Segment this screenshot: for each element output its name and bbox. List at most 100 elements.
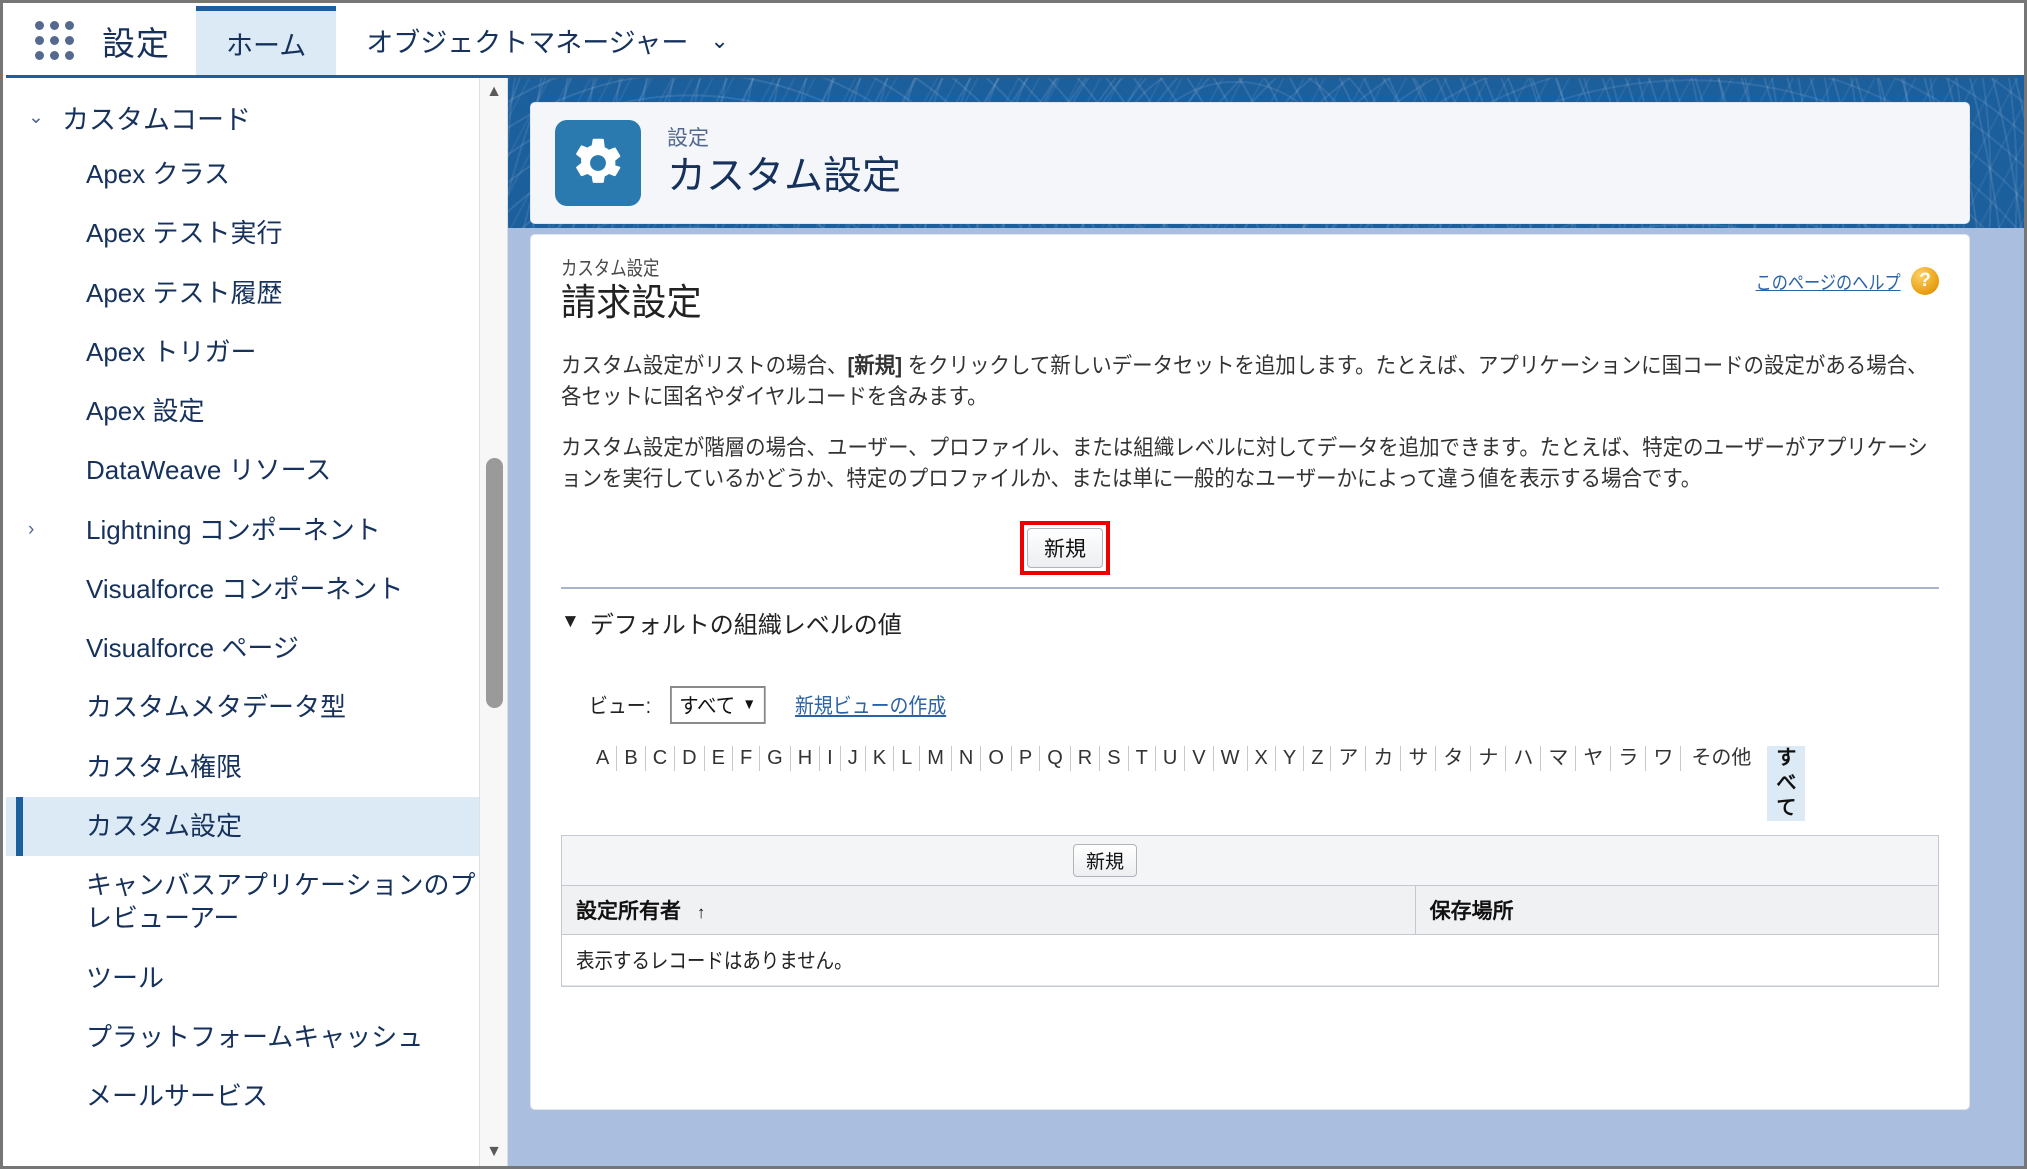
- sidebar-scrollbar[interactable]: ▲ ▼: [479, 78, 507, 1166]
- alpha-filter-item[interactable]: I: [820, 745, 841, 771]
- sidebar-item-canvas-app-previewer[interactable]: キャンバスアプリケーションのプレビューアー: [6, 856, 507, 949]
- alpha-filter-item[interactable]: B: [617, 745, 646, 771]
- twisty-placeholder-icon: [28, 632, 86, 636]
- sidebar-item-label: ツール: [86, 962, 165, 993]
- tab-object-manager[interactable]: オブジェクトマネージャー ⌄: [336, 6, 759, 75]
- alpha-filter-item[interactable]: U: [1156, 745, 1186, 771]
- alpha-filter-item[interactable]: E: [705, 745, 733, 771]
- sidebar-item-email-services[interactable]: メールサービス: [6, 1067, 507, 1126]
- alpha-filter-item[interactable]: Z: [1304, 745, 1332, 771]
- sidebar-item-apex-settings[interactable]: Apex 設定: [6, 382, 507, 441]
- view-selector-row: ビュー: すべて ▼ 新規ビューの作成: [561, 685, 1939, 724]
- alpha-filter-item[interactable]: D: [675, 745, 705, 771]
- alpha-filter-item[interactable]: F: [733, 745, 761, 771]
- page-header-eyebrow: 設定: [667, 127, 709, 151]
- body-container: ⌄ カスタムコード Apex クラス Apex テスト実行 Apex テスト履歴: [6, 78, 2024, 1166]
- twisty-placeholder-icon: [28, 217, 86, 221]
- alpha-filter-item[interactable]: ヤ: [1576, 745, 1612, 771]
- tab-home[interactable]: ホーム: [196, 6, 337, 75]
- description-paragraph-2: カスタム設定が階層の場合、ユーザー、プロファイル、または組織レベルに対してデータ…: [561, 435, 1928, 492]
- question-mark-icon[interactable]: ?: [1911, 267, 1939, 295]
- alpha-filter-item[interactable]: V: [1185, 745, 1214, 771]
- page-header-text: 設定 カスタム設定: [667, 126, 901, 199]
- sidebar-item-apex-classes[interactable]: Apex クラス: [6, 145, 507, 204]
- sidebar-item-lightning-components[interactable]: › Lightning コンポーネント: [6, 501, 507, 560]
- alpha-filter-item[interactable]: H: [791, 745, 821, 771]
- new-button[interactable]: 新規: [1027, 527, 1103, 568]
- alpha-filter-item[interactable]: R: [1071, 745, 1101, 771]
- tab-object-manager-label: オブジェクトマネージャー: [366, 28, 689, 58]
- sidebar-item-label: キャンバスアプリケーションのプレビューアー: [86, 870, 476, 934]
- column-header-setting-owner[interactable]: 設定所有者 ↑: [562, 884, 1416, 935]
- alpha-filter-item[interactable]: J: [841, 745, 866, 771]
- alpha-filter-item[interactable]: T: [1129, 745, 1156, 771]
- alpha-filter-item[interactable]: A: [589, 745, 618, 771]
- alpha-filter-item[interactable]: Q: [1040, 745, 1071, 771]
- app-launcher-button[interactable]: [6, 6, 102, 75]
- help-for-this-page[interactable]: このページのヘルプ ?: [1730, 267, 1939, 295]
- table-row: 表示するレコードはありません。: [562, 934, 1938, 986]
- sidebar-item-apex-test-execution[interactable]: Apex テスト実行: [6, 204, 507, 263]
- sidebar-item-custom-settings[interactable]: カスタム設定: [6, 796, 507, 857]
- column-header-location[interactable]: 保存場所: [1415, 884, 1938, 935]
- sidebar-item-apex-test-history[interactable]: Apex テスト履歴: [6, 264, 507, 323]
- scrollbar-thumb[interactable]: [486, 458, 503, 708]
- alpha-filter-item[interactable]: タ: [1436, 745, 1472, 771]
- alpha-filter-item[interactable]: M: [920, 745, 952, 771]
- alpha-filter-item[interactable]: ハ: [1506, 745, 1542, 771]
- alpha-filter-item[interactable]: W: [1214, 745, 1248, 771]
- chevron-right-icon[interactable]: ›: [28, 514, 86, 542]
- alpha-filter-all[interactable]: すべて: [1767, 745, 1806, 821]
- section-header-org-default-value[interactable]: ▼ デフォルトの組織レベルの値: [561, 605, 1939, 640]
- alpha-filter-item[interactable]: Y: [1276, 745, 1305, 771]
- alpha-filter-item[interactable]: ワ: [1646, 745, 1682, 771]
- column-header-label: 保存場所: [1429, 899, 1514, 923]
- chevron-down-icon: ⌄: [710, 27, 729, 53]
- twisty-placeholder-icon: [28, 395, 86, 399]
- sidebar-item-label: メールサービス: [86, 1081, 269, 1112]
- alpha-filter-item[interactable]: C: [646, 745, 676, 771]
- app-launcher-waffle-icon: [34, 21, 74, 60]
- sidebar-group-label: カスタムコード: [62, 105, 251, 135]
- alpha-filter-item[interactable]: サ: [1401, 745, 1437, 771]
- alpha-filter-item[interactable]: L: [894, 745, 921, 771]
- twisty-placeholder-icon: [28, 158, 86, 162]
- sidebar-item-dataweave-resources[interactable]: DataWeave リソース: [6, 441, 507, 500]
- sidebar-group-custom-code[interactable]: ⌄ カスタムコード: [6, 90, 507, 145]
- alpha-filter-item[interactable]: ア: [1331, 745, 1367, 771]
- alpha-filter-item[interactable]: ラ: [1611, 745, 1647, 771]
- sidebar-item-visualforce-pages[interactable]: Visualforce ページ: [6, 619, 507, 678]
- alpha-filter-item[interactable]: O: [981, 745, 1012, 771]
- divider: [561, 586, 1939, 589]
- sidebar-item-label: DataWeave リソース: [86, 455, 332, 486]
- sidebar-item-custom-permissions[interactable]: カスタム権限: [6, 738, 507, 797]
- scroll-down-arrow-icon[interactable]: ▼: [480, 1138, 507, 1166]
- alpha-filter-item[interactable]: K: [866, 745, 895, 771]
- column-header-label: 設定所有者: [576, 899, 681, 923]
- scroll-up-arrow-icon[interactable]: ▲: [480, 78, 507, 106]
- alpha-filter-item[interactable]: ナ: [1471, 745, 1507, 771]
- alpha-filter-item[interactable]: X: [1248, 745, 1276, 771]
- alpha-filter-item[interactable]: S: [1100, 745, 1129, 771]
- sidebar-item-platform-cache[interactable]: プラットフォームキャッシュ: [6, 1008, 507, 1067]
- list-new-button[interactable]: 新規: [1072, 843, 1137, 877]
- sidebar-item-custom-metadata-types[interactable]: カスタムメタデータ型: [6, 678, 507, 737]
- alpha-filter-other[interactable]: その他: [1681, 746, 1761, 771]
- sidebar-item-apex-triggers[interactable]: Apex トリガー: [6, 323, 507, 382]
- alpha-filter-item[interactable]: マ: [1541, 745, 1577, 771]
- sidebar-item-label: Apex クラス: [86, 159, 230, 189]
- main-content-area: 設定 カスタム設定 カスタム設定 請求設定 このページのヘルプ ? カスタム設定…: [508, 78, 2024, 1166]
- twisty-placeholder-icon: [28, 336, 86, 340]
- alpha-filter-item[interactable]: カ: [1366, 745, 1402, 771]
- create-new-view-link[interactable]: 新規ビューの作成: [795, 690, 946, 720]
- sidebar-item-label: Visualforce コンポーネント: [86, 573, 404, 604]
- sidebar-item-tools[interactable]: ツール: [6, 949, 507, 1008]
- view-select[interactable]: すべて ▼: [669, 685, 766, 724]
- sidebar-item-visualforce-components[interactable]: Visualforce コンポーネント: [6, 560, 507, 619]
- alpha-filter-item[interactable]: P: [1012, 745, 1041, 771]
- alpha-filter-item[interactable]: G: [760, 745, 791, 771]
- description-paragraph-1: カスタム設定がリストの場合、[新規] をクリックして新しいデータセットを追加しま…: [561, 350, 1932, 412]
- help-link-label[interactable]: このページのヘルプ: [1756, 268, 1901, 295]
- page-title: カスタム設定: [667, 154, 902, 198]
- alpha-filter-item[interactable]: N: [952, 745, 982, 771]
